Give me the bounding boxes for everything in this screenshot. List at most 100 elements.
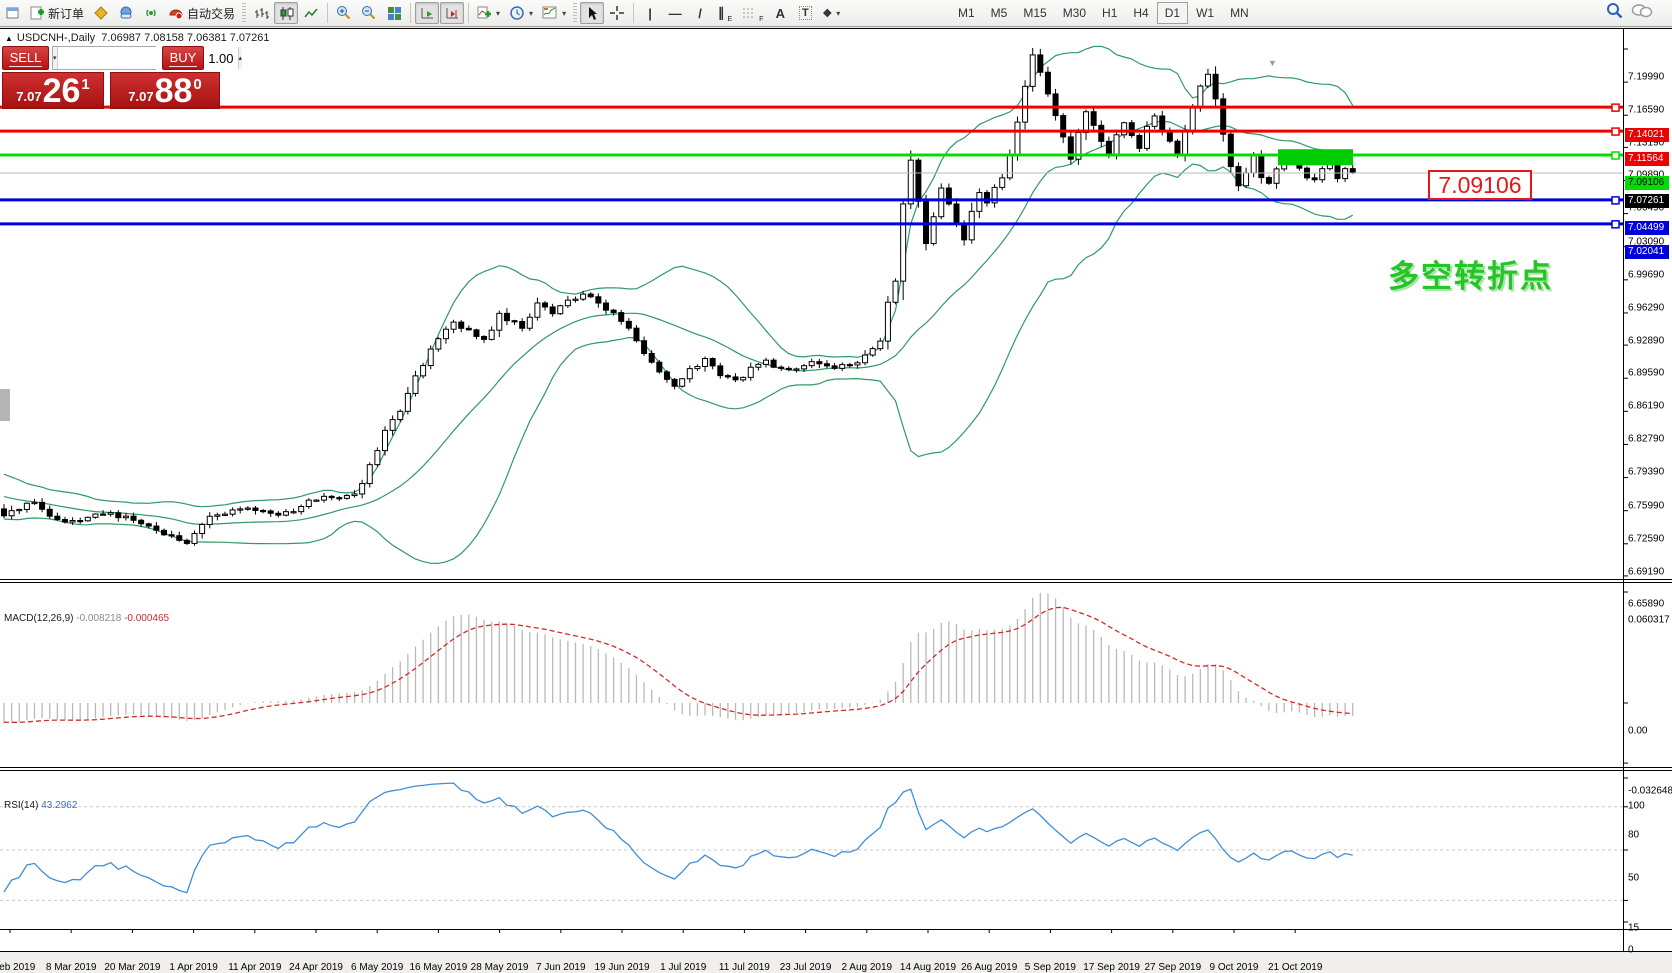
rsi-tick: 15: [1628, 923, 1639, 934]
macd-label: MACD(12,26,9) -0.008218 -0.000465: [4, 613, 169, 624]
price-callout-label[interactable]: 7.09106: [1428, 170, 1532, 200]
rsi-tick: 100: [1628, 801, 1645, 812]
date-tick: 6 May 2019: [351, 962, 403, 973]
chart-window[interactable]: ▲USDCNH-,Daily 7.06987 7.08158 7.06381 7…: [0, 28, 1672, 952]
volume-input[interactable]: [58, 47, 238, 69]
text-tool[interactable]: A: [768, 2, 792, 24]
date-tick: 19 Jun 2019: [594, 962, 649, 973]
zoom-in-button[interactable]: [332, 2, 356, 24]
line-chart-button[interactable]: [299, 2, 323, 24]
cursor-icon: [585, 6, 599, 21]
chart-annotation-text[interactable]: 多空转折点: [1388, 251, 1553, 296]
date-tick: 21 Oct 2019: [1268, 962, 1322, 973]
toolbar-grip[interactable]: [573, 3, 577, 23]
price-tick: 7.19990: [1628, 72, 1664, 83]
one-click-trading-panel: SELL ▾ ▴ BUY 7.07261 7.07880: [2, 46, 220, 109]
templates-dropdown[interactable]: ▾: [538, 2, 570, 24]
macd-tick: 0.00: [1628, 726, 1647, 737]
new-order-label: 新订单: [48, 5, 84, 22]
crosshair-tool-button[interactable]: [605, 2, 629, 24]
price-tick: 7.16590: [1628, 105, 1664, 116]
timeframe-H4[interactable]: H4: [1125, 2, 1156, 24]
date-tick: 27 Sep 2019: [1144, 962, 1201, 973]
periods-dropdown[interactable]: ▾: [505, 2, 537, 24]
timeframe-M30[interactable]: M30: [1055, 2, 1094, 24]
vertical-line-tool[interactable]: |: [638, 2, 662, 24]
volume-increase-button[interactable]: ▴: [238, 47, 243, 69]
window-menu-icon[interactable]: [1, 2, 25, 24]
buy-button[interactable]: BUY: [162, 46, 204, 70]
price-tick: 6.92890: [1628, 335, 1664, 346]
price-tick: 6.69190: [1628, 566, 1664, 577]
price-tick: 6.79390: [1628, 467, 1664, 478]
price-tick: 6.82790: [1628, 434, 1664, 445]
equidistant-channel-tool[interactable]: ∥E: [713, 2, 737, 24]
horizontal-line-tool[interactable]: —: [663, 2, 687, 24]
zoom-out-button[interactable]: [357, 2, 381, 24]
date-tick: 7 Jun 2019: [536, 962, 586, 973]
level-badge-7.02041: 7.02041: [1625, 245, 1669, 259]
shapes-dropdown[interactable]: ❖▾: [818, 2, 844, 24]
trendline-tool[interactable]: /: [688, 2, 712, 24]
timeframe-M5[interactable]: M5: [983, 2, 1016, 24]
timeframe-group: M1M5M15M30H1H4D1W1MN: [950, 2, 1257, 24]
chart-shift-button[interactable]: [440, 2, 464, 24]
date-tick: 16 May 2019: [409, 962, 467, 973]
buy-price-display[interactable]: 7.07880: [110, 72, 220, 109]
timeframe-H1[interactable]: H1: [1094, 2, 1125, 24]
auto-scroll-button[interactable]: [415, 2, 439, 24]
sell-price-display[interactable]: 7.07261: [2, 72, 104, 109]
timeframe-M15[interactable]: M15: [1015, 2, 1054, 24]
search-icon[interactable]: [1606, 2, 1623, 19]
timeframe-M1[interactable]: M1: [950, 2, 983, 24]
fibonacci-icon: [742, 6, 756, 20]
timeframe-MN[interactable]: MN: [1222, 2, 1257, 24]
price-tick: 6.96290: [1628, 302, 1664, 313]
new-order-button[interactable]: 新订单: [26, 2, 88, 24]
community-button[interactable]: [114, 2, 138, 24]
rsi-value: 43.2962: [41, 800, 77, 811]
caret-down-icon: ▾: [562, 9, 566, 18]
toolbar-grip[interactable]: [242, 3, 246, 23]
new-order-icon: [30, 6, 45, 21]
ohlc-values: 7.06987 7.08158 7.06381 7.07261: [101, 32, 269, 44]
auto-trading-button[interactable]: 自动交易: [164, 2, 239, 24]
current-price-badge: 7.07261: [1625, 194, 1669, 208]
macd-main-value: -0.008218: [76, 613, 121, 624]
collapse-arrow-icon: ▲: [5, 34, 13, 43]
timeframe-D1[interactable]: D1: [1157, 2, 1188, 24]
date-tick: 6 Feb 2019: [0, 962, 35, 973]
chart-canvas[interactable]: [0, 29, 1672, 953]
rsi-label: RSI(14) 43.2962: [4, 800, 77, 811]
candlestick-chart-button[interactable]: [274, 2, 298, 24]
price-tick: 6.86190: [1628, 401, 1664, 412]
chart-window-icon: [6, 6, 20, 20]
bar-chart-button[interactable]: [249, 2, 273, 24]
date-tick: 23 Jul 2019: [780, 962, 832, 973]
macd-signal-value: -0.000465: [124, 613, 169, 624]
indicators-dropdown[interactable]: ▾: [473, 2, 504, 24]
price-tick: 6.89590: [1628, 368, 1664, 379]
auto-scroll-icon: [420, 6, 435, 21]
level-badge-7.14021: 7.14021: [1625, 128, 1669, 142]
main-toolbar: 新订单 自动交易: [0, 0, 1672, 27]
sell-button[interactable]: SELL: [2, 46, 49, 70]
rsi-tick: 0: [1628, 945, 1634, 956]
chat-icon[interactable]: [1631, 3, 1653, 19]
pane-grip[interactable]: [0, 389, 10, 421]
rsi-tick: 80: [1628, 829, 1639, 840]
cursor-tool-button[interactable]: [580, 2, 604, 24]
chart-shift-marker-icon[interactable]: ▼: [1268, 58, 1277, 68]
chart-title: ▲USDCNH-,Daily 7.06987 7.08158 7.06381 7…: [5, 32, 270, 44]
date-tick: 11 Jul 2019: [719, 962, 770, 973]
text-label-tool[interactable]: T: [793, 2, 817, 24]
fibonacci-tool[interactable]: F: [738, 2, 767, 24]
caret-down-icon: ▾: [529, 9, 533, 18]
tile-windows-button[interactable]: [382, 2, 406, 24]
profile-cloud-icon: [118, 5, 134, 21]
market-watch-button[interactable]: [89, 2, 113, 24]
timeframe-W1[interactable]: W1: [1188, 2, 1222, 24]
level-badge-7.11564: 7.11564: [1625, 152, 1669, 166]
zoom-out-icon: [361, 5, 377, 21]
signals-button[interactable]: [139, 2, 163, 24]
